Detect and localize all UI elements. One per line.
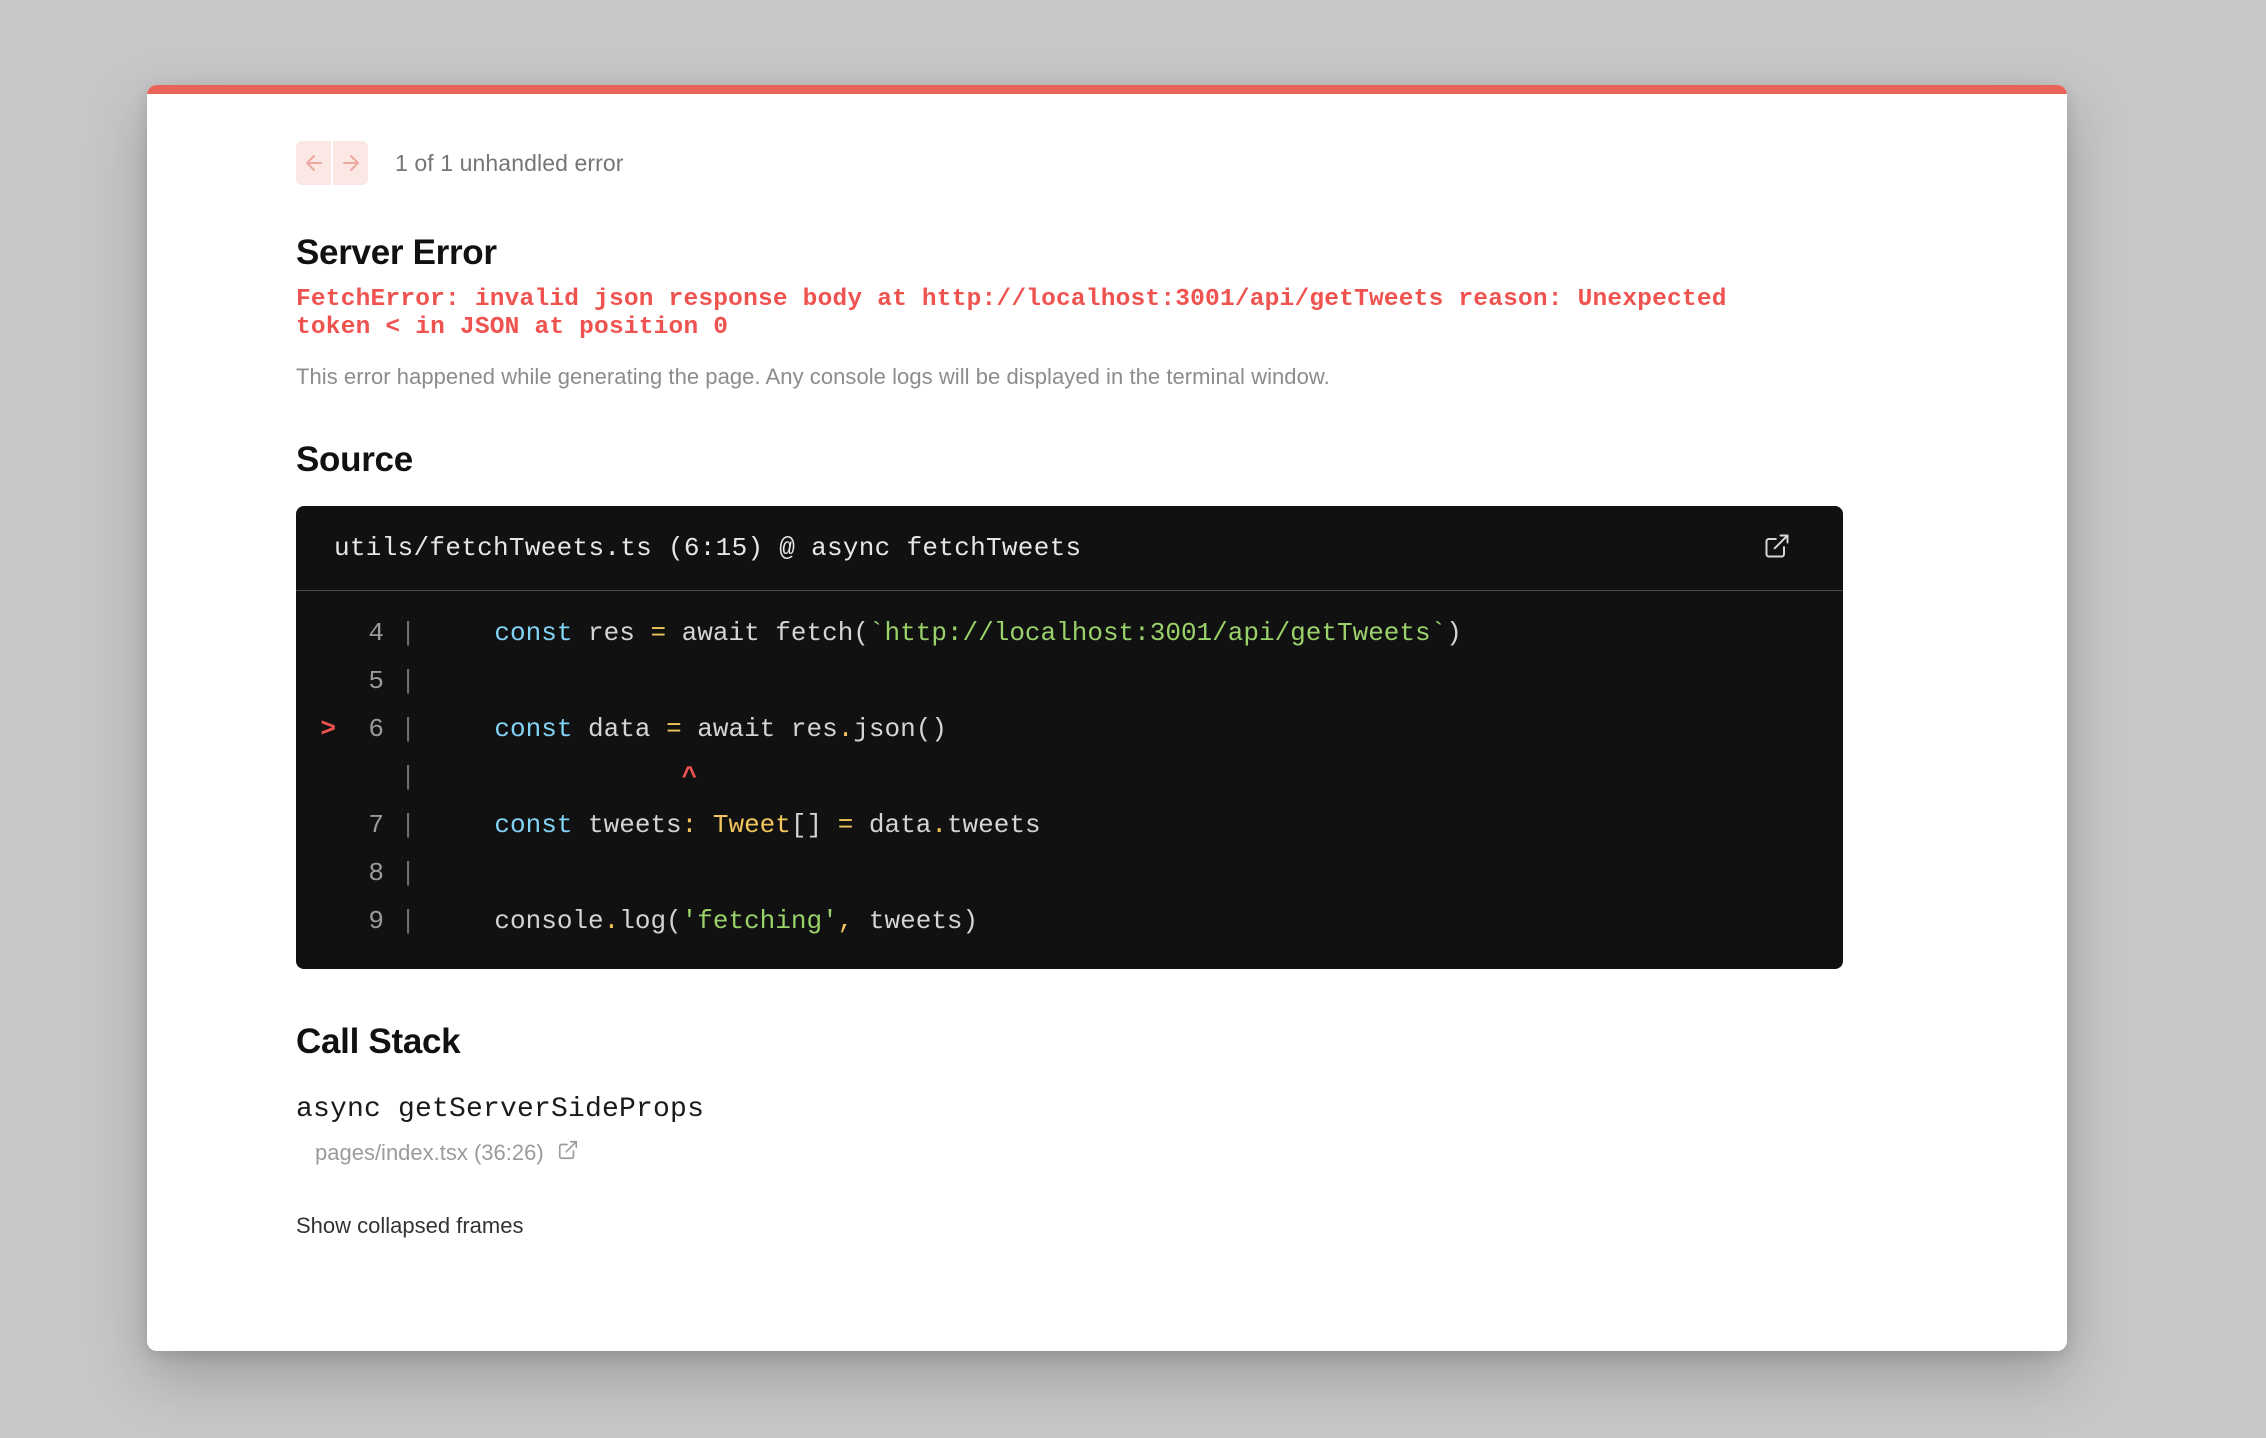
code-token: .: [603, 905, 620, 936]
code-line: | ^: [296, 753, 1843, 801]
code-token: []: [790, 809, 838, 840]
call-stack-frames: async getServerSideProps pages/index.tsx …: [147, 1094, 2067, 1167]
code-token: json(): [853, 713, 947, 744]
code-token: `http://localhost:3001/api/getTweets`: [868, 617, 1447, 648]
code-line-number: 6: [368, 713, 384, 744]
dialog-accent-bar: [147, 85, 2067, 94]
code-line-marker: >: [320, 713, 336, 744]
error-note-text: This error happened while generating the…: [296, 363, 1330, 389]
frame-location-link[interactable]: pages/index.tsx (36:26): [315, 1139, 2067, 1167]
code-line: 4 | const res = await fetch(`http://local…: [296, 609, 1843, 657]
code-line: 7 | const tweets: Tweet[] = data.tweets: [296, 801, 1843, 849]
code-line-number: 5: [368, 665, 384, 696]
source-code-block: utils/fetchTweets.ts (6:15) @ async fetc…: [296, 505, 1843, 969]
source-section-title: Source: [296, 439, 413, 479]
code-token: tweets: [946, 809, 1041, 840]
code-token: =: [666, 713, 682, 744]
code-line-pipe: |: [400, 761, 416, 792]
previous-error-button[interactable]: [296, 141, 331, 185]
code-token: .: [837, 713, 854, 744]
code-token: ^: [681, 761, 698, 792]
code-token: ): [1446, 617, 1462, 648]
code-line-pipe: |: [400, 857, 416, 888]
dialog-body: 1 of 1 unhandled error Server Error Fetc…: [147, 94, 2067, 1239]
code-token: Tweet: [712, 809, 791, 840]
error-title: Server Error: [296, 233, 497, 272]
code-line: 9 | console.log('fetching', tweets): [296, 897, 1843, 945]
open-in-editor-button[interactable]: [1759, 528, 1795, 567]
code-token: data: [853, 809, 932, 840]
page-background: 1 of 1 unhandled error Server Error Fetc…: [0, 0, 2266, 1438]
code-token: await res: [681, 713, 838, 744]
frame-function-name: async getServerSideProps: [296, 1093, 705, 1125]
code-token: log(: [619, 905, 682, 936]
code-line: 5 |: [296, 657, 1843, 705]
external-link-icon: [1763, 532, 1791, 563]
code-token: =: [650, 617, 667, 648]
code-token: console: [494, 905, 604, 936]
code-token: :: [681, 809, 698, 840]
dialog-header: 1 of 1 unhandled error: [147, 140, 2067, 186]
error-message-text: FetchError: invalid json response body a…: [296, 286, 1727, 341]
code-line-pipe: |: [400, 665, 416, 696]
code-token: tweets: [572, 809, 682, 840]
arrow-left-icon: [302, 151, 326, 175]
code-line-number: 8: [368, 857, 384, 888]
source-code-header: utils/fetchTweets.ts (6:15) @ async fetc…: [296, 506, 1843, 591]
error-counter-label: 1 of 1 unhandled error: [395, 149, 624, 176]
code-line-number: 9: [368, 905, 384, 936]
code-line-content: console.log('fetching', tweets): [432, 897, 1843, 945]
arrow-right-icon: [339, 151, 363, 175]
code-token: =: [837, 809, 854, 840]
code-token: ,: [837, 905, 854, 936]
code-token: const: [494, 713, 573, 744]
external-link-icon: [557, 1139, 579, 1167]
frame-location-label: pages/index.tsx (36:26): [315, 1139, 544, 1165]
error-overlay-dialog: 1 of 1 unhandled error Server Error Fetc…: [147, 85, 2067, 1351]
code-token: const: [494, 617, 573, 648]
code-line-content: const tweets: Tweet[] = data.tweets: [432, 801, 1843, 849]
code-token: 'fetching': [681, 905, 838, 936]
code-token: res: [572, 617, 651, 648]
code-line-number: 4: [368, 617, 384, 648]
code-line-content: const data = await res.json(): [432, 705, 1843, 753]
code-line: >6 | const data = await res.json(): [296, 705, 1843, 753]
call-stack-title: Call Stack: [296, 1021, 461, 1061]
source-file-label: utils/fetchTweets.ts (6:15) @ async fetc…: [334, 532, 1082, 563]
source-code-lines: 4 | const res = await fetch(`http://local…: [296, 591, 1843, 969]
code-token: tweets): [853, 905, 979, 936]
show-collapsed-frames-button[interactable]: Show collapsed frames: [296, 1213, 523, 1239]
code-line-number: 7: [368, 809, 384, 840]
code-line-pipe: |: [400, 905, 416, 936]
code-line-pipe: |: [400, 617, 416, 648]
code-line-pipe: |: [400, 713, 416, 744]
code-token: data: [572, 713, 667, 744]
next-error-button[interactable]: [333, 141, 368, 185]
error-nav-group: [296, 141, 368, 185]
code-line: 8 |: [296, 849, 1843, 897]
code-line-content: const res = await fetch(`http://localhos…: [432, 609, 1843, 657]
code-token: const: [494, 809, 573, 840]
code-token: .: [931, 809, 947, 840]
code-line-content: ^: [432, 753, 1843, 801]
code-line-pipe: |: [400, 809, 416, 840]
call-stack-frame: async getServerSideProps pages/index.tsx …: [296, 1094, 2067, 1167]
code-token: await fetch(: [666, 617, 869, 648]
